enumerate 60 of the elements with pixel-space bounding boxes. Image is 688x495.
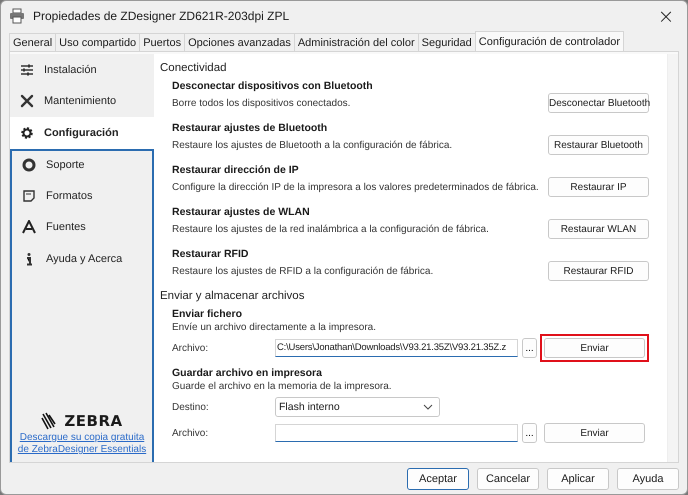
send-button[interactable]: Enviar	[544, 338, 645, 358]
tab[interactable]: Opciones avanzadas	[184, 33, 295, 51]
setting-description: Restaure los ajustes de la red inalámbrica a la configuración de fábrica.	[172, 224, 489, 234]
printer-icon	[9, 8, 25, 24]
setting-title: Guardar archivo en impresora	[172, 367, 323, 379]
dialog-button[interactable]: Ayuda	[617, 468, 679, 490]
font-icon	[22, 220, 36, 234]
file-path-field[interactable]: C:\Users\Jonathan\Downloads\V93.21.35Z\V93.21.35Z.z	[275, 339, 518, 357]
sidebar-item[interactable]: Ayuda y Acerca	[10, 243, 154, 274]
lifebuoy-icon	[22, 158, 36, 172]
field-label: Archivo:	[172, 342, 210, 354]
action-button[interactable]: Restaurar RFID	[548, 261, 649, 281]
dialog-button[interactable]: Aplicar	[547, 468, 609, 490]
document-icon	[22, 188, 36, 203]
browse-button[interactable]: ...	[522, 423, 537, 443]
setting-description: Borre todos los dispositivos conectados.	[172, 98, 350, 108]
chevron-down-icon	[423, 404, 433, 410]
sidebar-item[interactable]: Instalación	[10, 54, 154, 86]
scrollbar[interactable]	[667, 54, 678, 462]
setting-title: Restaurar ajustes de WLAN	[172, 206, 311, 218]
setting-description: Guarde el archivo en la memoria de la impresora.	[172, 381, 393, 392]
field-label: Destino:	[172, 402, 210, 412]
dialog-button[interactable]: Aceptar	[407, 468, 469, 490]
field-label: Archivo:	[172, 428, 210, 438]
tab[interactable]: Configuración de controlador	[474, 31, 624, 51]
section-title: Enviar y almacenar archivos	[160, 290, 306, 302]
dialog-button[interactable]: Cancelar	[477, 468, 539, 490]
sidebar-item[interactable]: Fuentes	[10, 212, 154, 243]
tools-icon	[20, 94, 34, 108]
close-button[interactable]: ×	[651, 4, 681, 28]
sidebar-item[interactable]: Configuración	[10, 117, 155, 148]
setting-description: Restaure los ajustes de RFID a la configuración de fábrica.	[172, 266, 434, 276]
destination-dropdown[interactable]: Flash interno	[275, 397, 440, 417]
action-button[interactable]: Restaurar Bluetooth	[548, 135, 649, 155]
tab[interactable]: Uso compartido	[55, 33, 140, 51]
section-title: Conectividad	[160, 62, 228, 74]
setting-description: Envíe un archivo directamente a la impresora.	[172, 322, 377, 333]
setting-title: Restaurar RFID	[172, 248, 250, 260]
tab[interactable]: Seguridad	[418, 33, 476, 51]
browse-button[interactable]: ...	[522, 338, 537, 358]
action-button[interactable]: Restaurar WLAN	[548, 219, 649, 239]
gear-icon	[20, 126, 34, 140]
sidebar-item[interactable]: Mantenimiento	[10, 86, 154, 117]
download-link[interactable]: Descargue su copia gratuita de ZebraDesigner Essentials	[16, 432, 148, 456]
action-button[interactable]: Restaurar IP	[548, 177, 649, 197]
logo-text: ZEBRA	[64, 412, 123, 430]
sidebar-item[interactable]: Soporte	[10, 148, 154, 180]
setting-title: Restaurar ajustes de Bluetooth	[172, 122, 328, 134]
setting-title: Restaurar dirección de IP	[172, 164, 300, 176]
window-title: Propiedades de ZDesigner ZD621R-203dpi ZPL	[33, 9, 290, 23]
sliders-icon	[20, 62, 34, 77]
setting-description: Restaure los ajustes de Bluetooth a la configuración de fábrica.	[172, 140, 452, 150]
sidebar-item[interactable]: Formatos	[10, 180, 154, 212]
tab[interactable]: General	[9, 33, 56, 51]
file-path-field[interactable]	[275, 424, 518, 442]
setting-title: Desconectar dispositivos con Bluetooth	[172, 80, 374, 92]
action-button[interactable]: Desconectar Bluetooth	[548, 93, 649, 113]
send-button[interactable]: Enviar	[544, 423, 645, 443]
setting-title: Enviar fichero	[172, 308, 244, 320]
setting-description: Configure la dirección IP de la impresora a los valores predeterminados de fábrica.	[172, 182, 539, 192]
